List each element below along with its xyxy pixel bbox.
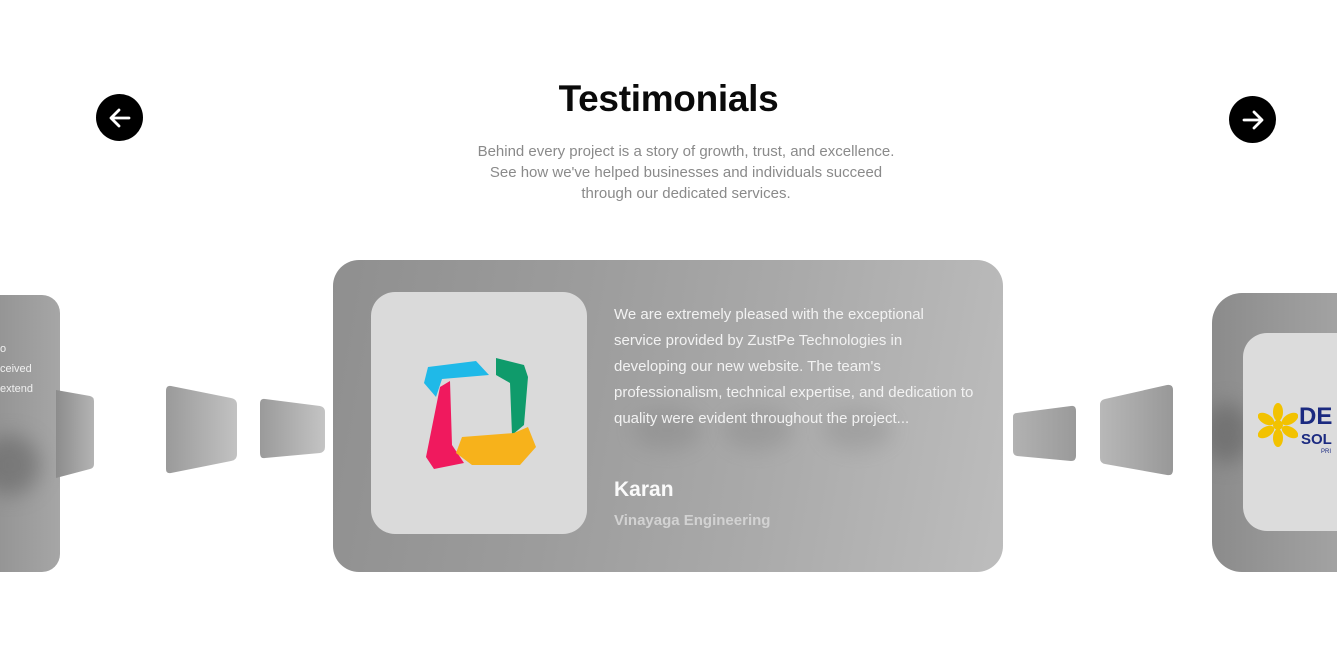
decorative-tile xyxy=(1100,384,1173,476)
decorative-tile xyxy=(1013,405,1076,461)
subtitle-line: Behind every project is a story of growt… xyxy=(477,143,895,160)
previous-card-text: extend xyxy=(0,383,34,395)
subtitle-line: through our dedicated services. xyxy=(581,185,791,202)
next-logo-text: PRI xyxy=(1321,449,1332,455)
decorative-tile xyxy=(166,385,237,474)
previous-card-text: ceived xyxy=(0,363,32,375)
previous-button[interactable] xyxy=(96,94,143,141)
testimonial-company: Vinayaga Engineering xyxy=(614,512,771,529)
arrow-right-icon xyxy=(1242,110,1263,129)
decorative-tile xyxy=(56,390,94,478)
decorative-tile xyxy=(260,398,325,459)
next-logo-text: SOL xyxy=(1301,431,1332,448)
next-testimonial-card[interactable]: DE SOL PRI xyxy=(1212,293,1337,572)
testimonial-author: Karan xyxy=(614,478,674,501)
company-logo xyxy=(371,292,587,534)
flower-logo-icon xyxy=(1258,403,1298,447)
subtitle-line: See how we've helped businesses and indi… xyxy=(489,164,883,181)
arrow-left-icon xyxy=(109,108,130,127)
section-title: Testimonials xyxy=(558,78,779,119)
testimonial-quote: We are extremely pleased with the except… xyxy=(614,306,974,427)
testimonials-section: Testimonials Behind every project is a s… xyxy=(0,0,1337,660)
next-button[interactable] xyxy=(1229,96,1276,143)
previous-testimonial-card[interactable]: o ceived extend xyxy=(0,295,60,572)
vinayaga-logo-icon xyxy=(424,358,536,469)
section-subtitle: Behind every project is a story of growt… xyxy=(468,141,904,204)
previous-card-text: o xyxy=(0,343,7,355)
next-logo-text: DE xyxy=(1299,403,1333,430)
testimonial-card: We are extremely pleased with the except… xyxy=(333,260,1003,572)
next-company-logo: DE SOL PRI xyxy=(1243,333,1337,531)
